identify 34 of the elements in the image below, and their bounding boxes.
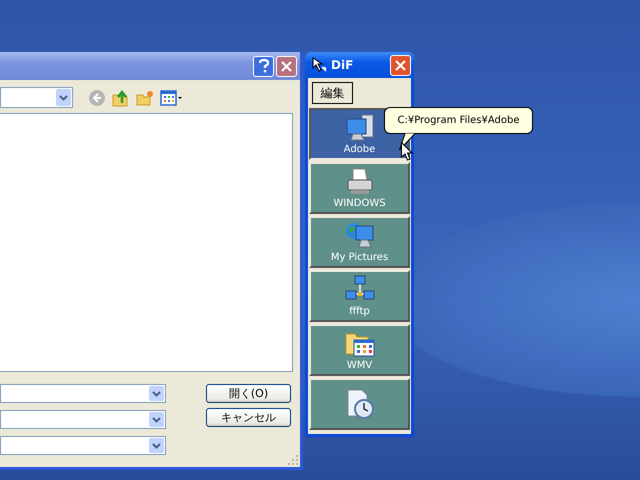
mouse-cursor-icon bbox=[401, 142, 413, 161]
dropdown-field[interactable] bbox=[0, 436, 166, 455]
question-mark-icon bbox=[258, 59, 270, 73]
folder-shortcut-tile[interactable]: WINDOWS bbox=[309, 162, 410, 214]
look-in-dropdown[interactable] bbox=[0, 87, 73, 108]
chevron-down-icon bbox=[152, 390, 161, 396]
close-icon bbox=[281, 60, 292, 72]
dropdown-field[interactable] bbox=[0, 410, 166, 429]
new-folder-icon[interactable] bbox=[136, 88, 154, 106]
dropdown-field[interactable] bbox=[0, 384, 166, 403]
tile-label: ffftp bbox=[349, 306, 370, 318]
open-button[interactable]: 開く(O) bbox=[206, 384, 291, 403]
resize-grip-icon[interactable] bbox=[288, 455, 298, 465]
tile-label: WINDOWS bbox=[333, 198, 386, 210]
chevron-down-icon bbox=[59, 94, 68, 100]
chevron-down-icon bbox=[152, 442, 161, 448]
folder-shortcut-tile[interactable] bbox=[309, 378, 410, 430]
close-icon bbox=[395, 60, 406, 70]
folder-shortcut-tile[interactable]: WMV bbox=[309, 324, 410, 376]
help-button[interactable] bbox=[253, 56, 274, 76]
tile-label: WMV bbox=[346, 360, 372, 372]
tile-label: My Pictures bbox=[330, 252, 388, 264]
tile-label: Adobe bbox=[344, 144, 376, 156]
window-title: DiF bbox=[331, 58, 354, 72]
folder-shortcut-tile[interactable]: ffftp bbox=[309, 270, 410, 322]
view-menu-icon[interactable] bbox=[160, 90, 182, 106]
folder-up-icon[interactable] bbox=[112, 88, 130, 106]
folder-shortcut-tile[interactable]: My Pictures bbox=[309, 216, 410, 268]
cancel-button[interactable]: キャンセル bbox=[206, 408, 291, 427]
edit-button[interactable]: 編集 bbox=[312, 82, 353, 104]
close-button[interactable] bbox=[276, 56, 297, 76]
pointer-app-icon bbox=[311, 57, 327, 73]
chevron-down-icon bbox=[152, 416, 161, 422]
close-button[interactable] bbox=[390, 54, 411, 76]
